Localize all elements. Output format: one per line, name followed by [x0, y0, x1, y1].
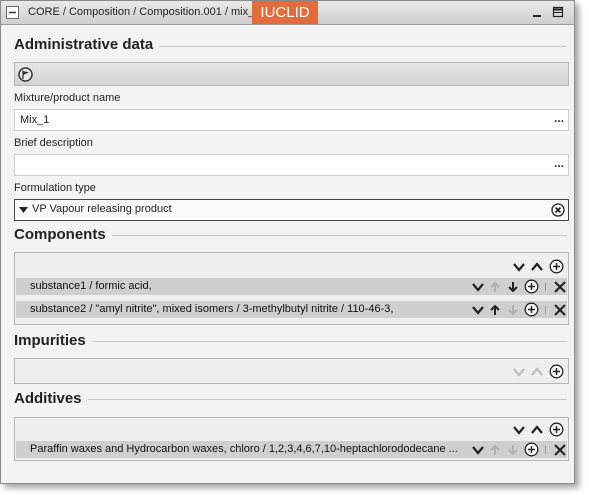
minimize-icon[interactable] — [530, 5, 544, 19]
close-icon[interactable] — [553, 443, 567, 457]
chevron-down-icon[interactable] — [471, 280, 485, 294]
composition-window: CORE / Composition / Composition.001 / m… — [0, 0, 575, 484]
section-title-additives: Additives — [14, 390, 88, 407]
add-circle-icon[interactable] — [549, 422, 564, 437]
arrow-down-icon[interactable] — [506, 280, 520, 294]
chevron-down-icon[interactable] — [512, 260, 526, 274]
chevron-down-icon[interactable] — [471, 303, 485, 317]
formulation-type-value: VP Vapour releasing product — [32, 203, 172, 215]
table-row[interactable]: substance2 / "amyl nitrite", mixed isome… — [16, 301, 567, 318]
components-block: substance1 / formic acid, substance2 / "… — [14, 252, 569, 325]
additive-row-text: Paraffin waxes and Hydrocarbon waxes, ch… — [30, 443, 458, 455]
more-button[interactable]: ... — [554, 111, 564, 125]
brand-logo: IUCLID — [252, 1, 318, 24]
add-circle-icon[interactable] — [524, 302, 539, 317]
section-divider — [14, 341, 567, 342]
mixture-name-value: Mix_1 — [20, 114, 50, 126]
divider — [545, 306, 546, 314]
title-bar: CORE / Composition / Composition.001 / m… — [1, 1, 574, 25]
add-circle-icon[interactable] — [524, 279, 539, 294]
section-title-administrative: Administrative data — [14, 36, 160, 53]
chevron-down-icon[interactable] — [471, 443, 485, 457]
chevron-down-icon — [512, 365, 526, 379]
chevron-up-icon[interactable] — [530, 260, 544, 274]
table-row[interactable]: substance1 / formic acid, — [16, 278, 567, 295]
more-button[interactable]: ... — [554, 156, 564, 170]
brief-description-field[interactable]: ... — [14, 154, 569, 176]
close-icon[interactable] — [553, 303, 567, 317]
mixture-name-field[interactable]: Mix_1 ... — [14, 109, 569, 131]
triangle-down-icon[interactable] — [18, 206, 29, 214]
mixture-name-label: Mixture/product name — [14, 92, 121, 104]
brief-description-label: Brief description — [14, 137, 93, 149]
divider — [545, 446, 546, 454]
arrow-up-icon — [488, 443, 502, 457]
arrow-up-icon — [488, 280, 502, 294]
section-title-impurities: Impurities — [14, 332, 92, 349]
section-title-components: Components — [14, 226, 112, 243]
section-divider — [14, 399, 567, 400]
clear-circle-icon[interactable] — [551, 203, 565, 217]
chevron-down-icon[interactable] — [512, 423, 526, 437]
add-circle-icon[interactable] — [549, 259, 564, 274]
formulation-type-label: Formulation type — [14, 182, 96, 194]
arrow-up-icon[interactable] — [488, 303, 502, 317]
arrow-down-icon — [506, 303, 520, 317]
breadcrumb: CORE / Composition / Composition.001 / m… — [28, 6, 261, 18]
table-row[interactable]: Paraffin waxes and Hydrocarbon waxes, ch… — [16, 441, 567, 458]
close-icon[interactable] — [553, 280, 567, 294]
formulation-type-select[interactable]: VP Vapour releasing product — [14, 199, 569, 221]
component-row-text: substance1 / formic acid, — [30, 280, 152, 292]
administrative-toolbar — [14, 62, 569, 86]
impurities-block — [14, 358, 569, 384]
divider — [545, 283, 546, 291]
add-circle-icon[interactable] — [524, 442, 539, 457]
component-row-text: substance2 / "amyl nitrite", mixed isome… — [30, 303, 394, 315]
flag-icon[interactable] — [18, 67, 33, 82]
chevron-up-icon — [530, 365, 544, 379]
additives-block: Paraffin waxes and Hydrocarbon waxes, ch… — [14, 417, 569, 461]
arrow-down-icon — [506, 443, 520, 457]
maximize-icon[interactable] — [551, 5, 565, 19]
add-circle-icon[interactable] — [549, 364, 564, 379]
collapse-icon[interactable] — [6, 6, 19, 19]
chevron-up-icon[interactable] — [530, 423, 544, 437]
